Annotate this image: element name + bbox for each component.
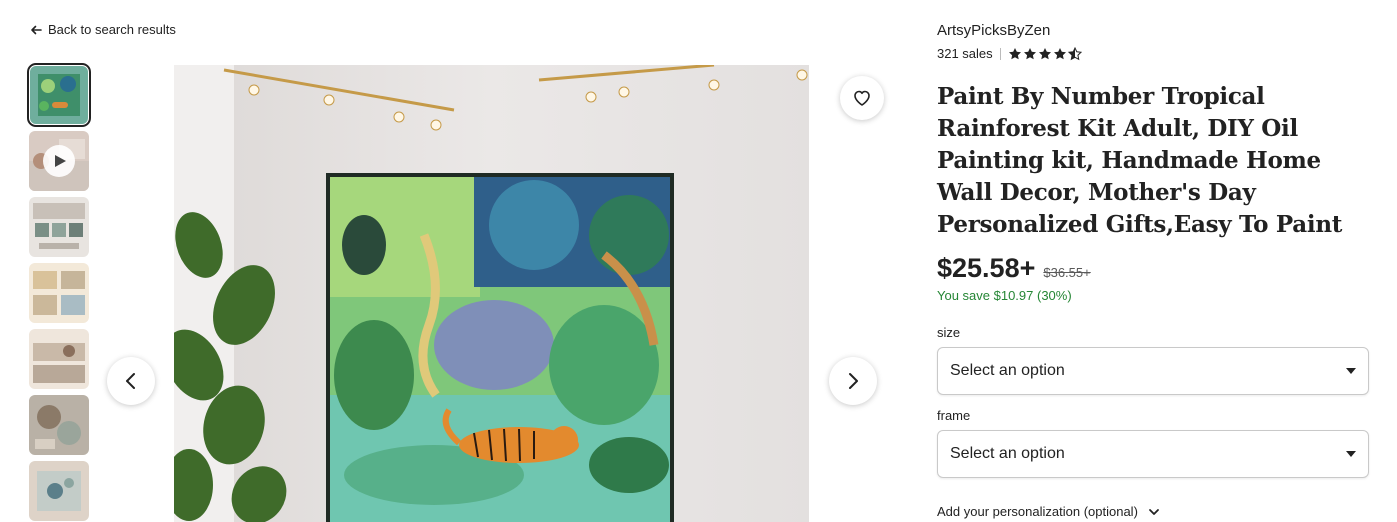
add-personalization-toggle[interactable]: Add your personalization (optional) bbox=[937, 504, 1369, 519]
personalization-label: Add your personalization (optional) bbox=[937, 504, 1138, 519]
product-info-panel: ArtsyPicksByZen 321 sales Paint By Numbe… bbox=[937, 22, 1369, 519]
chevron-left-icon bbox=[126, 373, 135, 389]
star-icon bbox=[1038, 47, 1051, 59]
thumb-video[interactable] bbox=[29, 131, 89, 191]
thumb-tiger-painting[interactable] bbox=[27, 63, 91, 127]
price-row: $25.58+ $36.55+ bbox=[937, 253, 1369, 284]
frame-select-value: Select an option bbox=[950, 445, 1065, 462]
frame-label: frame bbox=[937, 408, 971, 423]
shop-name-link[interactable]: ArtsyPicksByZen bbox=[937, 22, 1050, 39]
chevron-right-icon bbox=[849, 373, 858, 389]
sales-count: 321 sales bbox=[937, 46, 993, 61]
favorite-button[interactable] bbox=[840, 76, 884, 120]
divider bbox=[999, 47, 1001, 60]
original-price: $36.55+ bbox=[1043, 265, 1091, 280]
thumb-painting-hands[interactable] bbox=[29, 395, 89, 455]
thumb-kit-contents[interactable] bbox=[29, 197, 89, 257]
size-select[interactable]: Select an option bbox=[937, 347, 1369, 395]
play-icon bbox=[43, 145, 75, 177]
arrow-left-icon bbox=[31, 25, 42, 34]
size-label: size bbox=[937, 325, 961, 340]
caret-down-icon bbox=[1346, 451, 1356, 457]
size-select-value: Select an option bbox=[950, 362, 1065, 379]
frame-select[interactable]: Select an option bbox=[937, 430, 1369, 478]
chevron-down-icon bbox=[1149, 508, 1159, 515]
savings-text: You save $10.97 (30%) bbox=[937, 288, 1072, 303]
caret-down-icon bbox=[1346, 368, 1356, 374]
thumb-steps-2[interactable] bbox=[29, 329, 89, 389]
main-product-image[interactable] bbox=[174, 65, 809, 522]
sale-price: $25.58+ bbox=[937, 253, 1036, 283]
heart-icon bbox=[854, 90, 870, 106]
product-title: Paint By Number Tropical Rainforest Kit … bbox=[937, 83, 1343, 238]
star-icon bbox=[1023, 47, 1036, 59]
next-image-button[interactable] bbox=[829, 357, 877, 405]
back-link-label: Back to search results bbox=[48, 22, 176, 37]
shop-sales-rating: 321 sales bbox=[937, 46, 1369, 61]
back-to-search-link[interactable]: Back to search results bbox=[30, 22, 176, 37]
half-star-icon bbox=[1067, 46, 1082, 60]
previous-image-button[interactable] bbox=[107, 357, 155, 405]
star-icon bbox=[1008, 47, 1021, 59]
thumbnail-strip bbox=[27, 63, 91, 521]
star-icon bbox=[1053, 47, 1066, 59]
thumb-steps-1[interactable] bbox=[29, 263, 89, 323]
star-rating[interactable] bbox=[1008, 46, 1082, 61]
thumb-painting-detail[interactable] bbox=[29, 461, 89, 521]
